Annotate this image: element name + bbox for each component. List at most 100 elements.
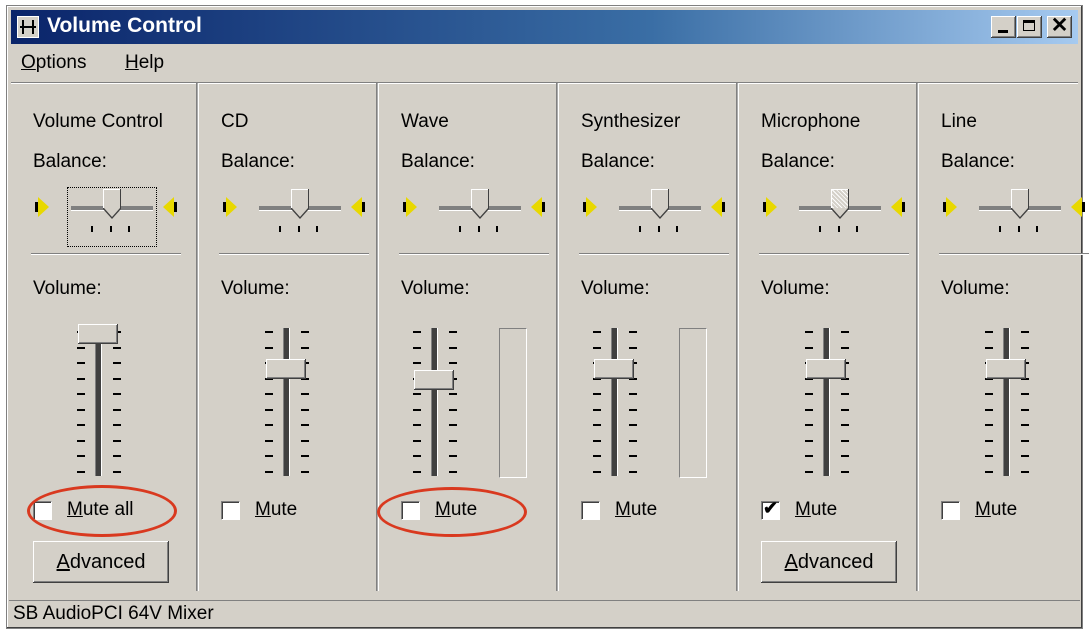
divider: [219, 253, 369, 255]
window-title: Volume Control: [47, 14, 202, 37]
balance-label: Balance:: [401, 151, 475, 172]
advanced-button[interactable]: Advanced: [761, 541, 897, 583]
balance-ticks: [91, 226, 131, 232]
channel-synthesizer: Synthesizer Balance: Volume: Mute: [557, 83, 739, 591]
minimize-button[interactable]: [991, 16, 1016, 38]
channel-name: Line: [941, 111, 977, 132]
volume-ticks-right: [629, 331, 639, 473]
menu-options[interactable]: Options: [21, 52, 86, 74]
mute-label: Mute: [795, 499, 838, 520]
checkbox-box[interactable]: [941, 501, 960, 520]
balance-label: Balance:: [581, 151, 655, 172]
volume-slider[interactable]: [986, 359, 1026, 379]
channel-name: Volume Control: [33, 111, 163, 132]
volume-ticks-right: [113, 331, 123, 473]
volume-label: Volume:: [941, 278, 1010, 299]
balance-slider[interactable]: [1011, 189, 1029, 219]
volume-track: [283, 328, 290, 476]
speaker-right-icon: [349, 196, 365, 218]
checkmark-icon: ✔: [763, 498, 779, 518]
volume-track: [823, 328, 830, 476]
speaker-right-icon: [1069, 196, 1085, 218]
balance-label: Balance:: [761, 151, 835, 172]
channel-line: Line Balance: Volume: Mute: [917, 83, 1089, 591]
volume-slider[interactable]: [78, 324, 118, 344]
menu-bar: Options Help: [11, 48, 1078, 78]
speaker-left-icon: [583, 196, 599, 218]
balance-ticks: [279, 226, 319, 232]
balance-slider[interactable]: [651, 189, 669, 219]
mute-label: Mute: [975, 499, 1018, 520]
speaker-right-icon: [161, 196, 177, 218]
volume-slider[interactable]: [266, 359, 306, 379]
menu-help[interactable]: Help: [125, 52, 164, 74]
divider: [759, 253, 909, 255]
balance-ticks: [459, 226, 499, 232]
advanced-button[interactable]: Advanced: [33, 541, 169, 583]
balance-ticks: [639, 226, 679, 232]
annotation-ellipse-wave-mute: [377, 487, 527, 537]
volume-label: Volume:: [33, 278, 102, 299]
annotation-ellipse-mute-all: [27, 485, 177, 537]
balance-label: Balance:: [221, 151, 295, 172]
volume-ticks-left: [77, 331, 87, 473]
divider: [399, 253, 549, 255]
close-icon: ✕: [1050, 14, 1069, 37]
balance-slider[interactable]: [103, 189, 121, 219]
app-icon[interactable]: [17, 16, 39, 38]
channel-microphone: Microphone Balance: Volume: ✔ Mute Advance…: [737, 83, 919, 591]
speaker-left-icon: [35, 196, 51, 218]
balance-ticks: [819, 226, 859, 232]
status-text: SB AudioPCI 64V Mixer: [13, 603, 214, 624]
maximize-button[interactable]: [1017, 16, 1042, 38]
title-bar[interactable]: Volume Control ✕: [11, 10, 1078, 44]
speaker-right-icon: [709, 196, 725, 218]
volume-track: [431, 328, 438, 476]
volume-slider[interactable]: [414, 370, 454, 391]
volume-ticks-right: [1021, 331, 1031, 473]
channel-name: Wave: [401, 111, 449, 132]
volume-ticks-left: [985, 331, 995, 473]
divider: [939, 253, 1089, 255]
volume-label: Volume:: [761, 278, 830, 299]
balance-slider[interactable]: [831, 189, 849, 219]
minimize-icon: [998, 30, 1008, 33]
speaker-left-icon: [943, 196, 959, 218]
divider: [31, 253, 181, 255]
maximize-icon: [1023, 20, 1035, 31]
volume-ticks-right: [449, 331, 459, 473]
mute-label: Mute: [615, 499, 658, 520]
channel-cd: CD Balance: Volume: Mute: [197, 83, 379, 591]
speaker-left-icon: [223, 196, 239, 218]
peak-meter: [499, 328, 527, 478]
checkbox-box[interactable]: ✔: [761, 498, 780, 520]
volume-label: Volume:: [581, 278, 650, 299]
status-bar: SB AudioPCI 64V Mixer: [9, 600, 1080, 628]
volume-ticks-left: [413, 331, 423, 473]
volume-ticks-right: [841, 331, 851, 473]
mixer-panel: Volume Control Balance: Volume: Mute all A…: [11, 82, 1089, 593]
volume-ticks-right: [301, 331, 311, 473]
divider: [579, 253, 729, 255]
channel-name: Synthesizer: [581, 111, 681, 132]
close-button[interactable]: ✕: [1047, 14, 1072, 38]
balance-label: Balance:: [941, 151, 1015, 172]
balance-slider[interactable]: [291, 189, 309, 219]
channel-name: CD: [221, 111, 249, 132]
peak-meter: [679, 328, 707, 478]
volume-track: [95, 328, 102, 476]
checkbox-box[interactable]: [221, 501, 240, 520]
volume-ticks-left: [805, 331, 815, 473]
volume-ticks-left: [593, 331, 603, 473]
checkbox-box[interactable]: [581, 501, 600, 520]
balance-ticks: [999, 226, 1039, 232]
volume-track: [1003, 328, 1010, 476]
volume-slider[interactable]: [594, 359, 634, 379]
volume-label: Volume:: [221, 278, 290, 299]
volume-slider[interactable]: [806, 359, 846, 379]
volume-track: [611, 328, 618, 476]
speaker-left-icon: [763, 196, 779, 218]
channel-name: Microphone: [761, 111, 861, 132]
balance-slider[interactable]: [471, 189, 489, 219]
volume-ticks-left: [265, 331, 275, 473]
